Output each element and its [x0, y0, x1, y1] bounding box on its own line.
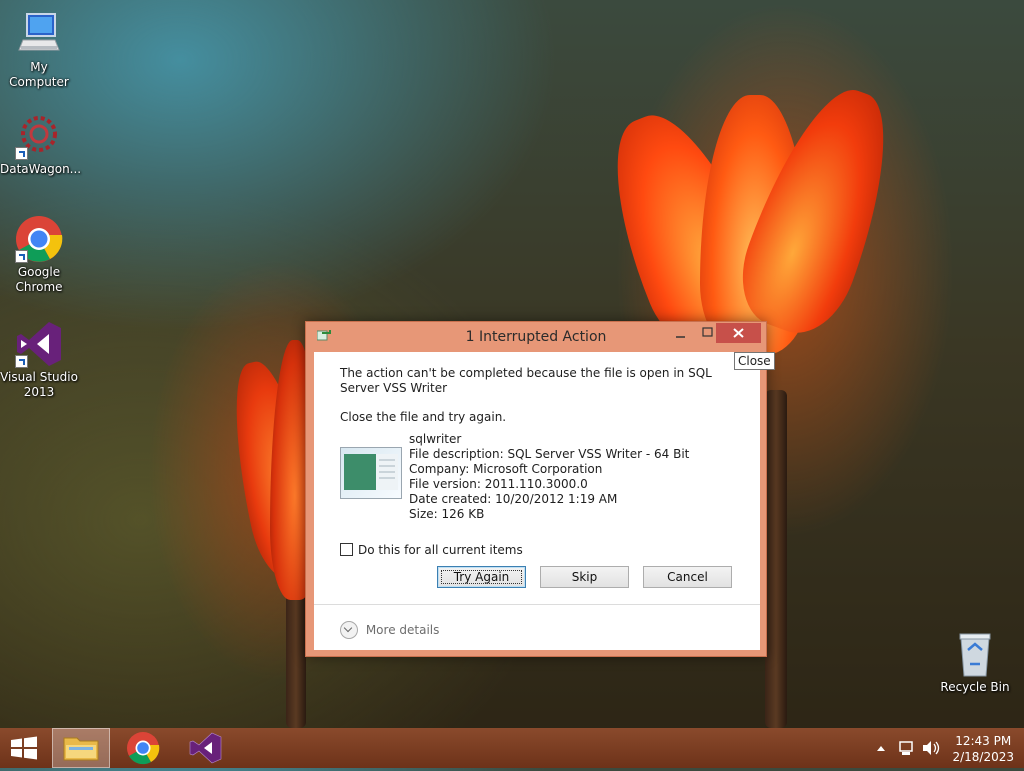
start-button[interactable] [0, 728, 48, 768]
show-hidden-icons-icon[interactable] [877, 746, 885, 751]
file-date-created: Date created: 10/20/2012 1:19 AM [409, 492, 618, 506]
clock[interactable]: 12:43 PM 2/18/2023 [952, 733, 1014, 765]
file-thumbnail-icon [340, 447, 402, 499]
apply-all-row[interactable]: Do this for all current items [340, 542, 523, 557]
file-explorer-icon [63, 737, 99, 761]
recycle-bin-icon [951, 630, 999, 678]
volume-icon[interactable] [923, 741, 940, 755]
clock-time: 12:43 PM [955, 734, 1012, 748]
more-details-toggle[interactable]: More details [340, 621, 439, 639]
desktop-icon-label: My Computer [9, 60, 69, 89]
shortcut-arrow-icon [15, 355, 28, 368]
file-description: File description: SQL Server VSS Writer … [409, 447, 690, 461]
system-tray [872, 728, 946, 768]
close-tooltip: Close [734, 352, 775, 370]
shortcut-arrow-icon [15, 147, 28, 160]
chrome-icon [15, 215, 63, 263]
flower-stem [765, 390, 787, 728]
interrupted-action-dialog: 1 Interrupted Action The action can't be… [305, 321, 767, 657]
start-icon [11, 736, 37, 760]
file-info: sqlwriter File description: SQL Server V… [409, 432, 689, 522]
desktop-icon-label: Visual Studio 2013 [0, 370, 78, 399]
desktop-icon-visual-studio[interactable]: Visual Studio 2013 [0, 320, 78, 400]
taskbar-chrome[interactable] [114, 728, 172, 768]
file-company: Company: Microsoft Corporation [409, 462, 603, 476]
clock-date: 2/18/2023 [952, 750, 1014, 764]
divider [314, 604, 760, 605]
visual-studio-icon [15, 320, 63, 368]
shortcut-arrow-icon [15, 250, 28, 263]
taskbar-file-explorer[interactable] [52, 728, 110, 768]
computer-icon [15, 10, 63, 58]
dialog-title-bar[interactable]: 1 Interrupted Action [306, 322, 766, 352]
file-name: sqlwriter [409, 432, 462, 446]
close-button[interactable] [716, 323, 761, 343]
apply-all-label: Do this for all current items [358, 542, 523, 557]
chrome-icon [127, 732, 160, 765]
desktop-icon-recycle-bin[interactable]: Recycle Bin [936, 630, 1014, 695]
desktop-icon-datawagon[interactable]: DataWagon... [0, 112, 82, 177]
instruction-text: Close the file and try again. [340, 410, 507, 424]
minimize-button[interactable] [668, 323, 694, 343]
datawagon-icon [15, 112, 63, 160]
chevron-down-icon [340, 621, 358, 639]
file-version: File version: 2011.110.3000.0 [409, 477, 588, 491]
taskbar: 12:43 PM 2/18/2023 [0, 728, 1024, 768]
more-details-label: More details [365, 623, 440, 637]
skip-button[interactable]: Skip [540, 566, 629, 588]
cancel-button[interactable]: Cancel [643, 566, 732, 588]
desktop-icon-my-computer[interactable]: My Computer [0, 10, 78, 90]
try-again-button[interactable]: Try Again [437, 566, 526, 588]
dialog-content: The action can't be completed because th… [314, 352, 760, 650]
file-size: Size: 126 KB [409, 507, 485, 521]
desktop-icon-google-chrome[interactable]: Google Chrome [0, 215, 78, 295]
network-icon[interactable] [899, 741, 913, 755]
desktop-icon-label: Google Chrome [15, 265, 63, 294]
visual-studio-icon [189, 732, 222, 764]
apply-all-checkbox[interactable] [340, 543, 353, 556]
desktop-icon-label: DataWagon... [0, 162, 82, 176]
taskbar-visual-studio[interactable] [176, 728, 234, 768]
desktop-icon-label: Recycle Bin [940, 680, 1010, 694]
error-message: The action can't be completed because th… [340, 366, 712, 395]
